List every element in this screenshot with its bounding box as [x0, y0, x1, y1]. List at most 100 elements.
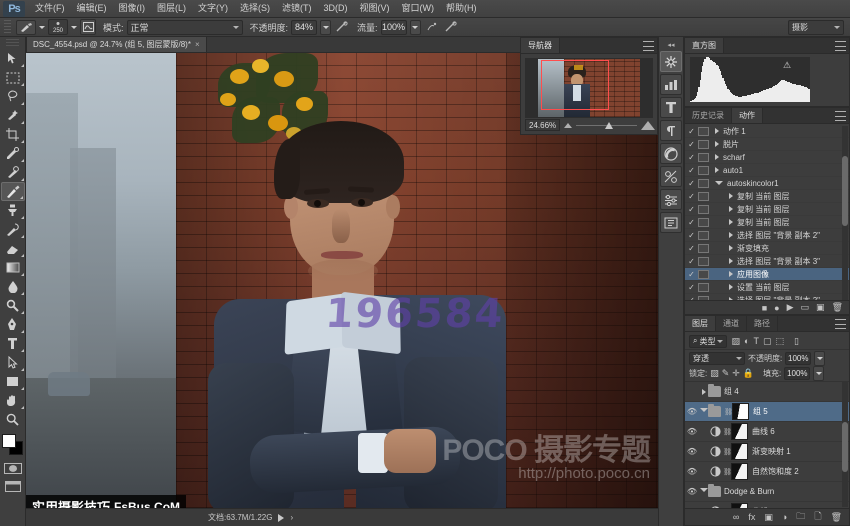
lock-all-icon[interactable]: 🔒 — [743, 368, 754, 379]
action-dialog-toggle[interactable] — [698, 244, 709, 253]
histogram-dock-icon[interactable] — [660, 51, 682, 72]
layer-row[interactable]: 组 4 — [685, 382, 849, 402]
brush-size-field[interactable]: 250 — [48, 19, 68, 35]
chevron-down-icon[interactable] — [699, 408, 708, 415]
layer-visibility-icon[interactable]: 👁 — [685, 427, 699, 436]
layer-row[interactable]: 👁⛓曲线 6 — [685, 422, 849, 442]
adjustment-icon[interactable]: ◑ — [782, 512, 787, 522]
link-icon[interactable]: ∞ — [733, 512, 739, 522]
action-dialog-toggle[interactable] — [698, 153, 709, 162]
delete-icon[interactable]: 🗑 — [831, 512, 842, 523]
tab-history[interactable]: 历史记录 — [685, 108, 732, 123]
eraser-tool[interactable] — [1, 239, 25, 258]
histogram-panel-menu-icon[interactable] — [835, 41, 846, 51]
opacity-stepper[interactable] — [320, 20, 331, 35]
document-tab[interactable]: DSC_4554.psd @ 24.7% (组 5, 图层蒙版/8)* × — [26, 36, 207, 52]
layer-filter-type-select[interactable]: ⌕ 类型 — [689, 335, 727, 348]
action-enabled-checkbox[interactable]: ✓ — [685, 231, 698, 240]
actions-panel-menu-icon[interactable] — [835, 111, 846, 121]
zoom-out-icon[interactable] — [564, 123, 572, 128]
new-set-icon[interactable]: ▭ — [801, 302, 810, 313]
action-enabled-checkbox[interactable]: ✓ — [685, 192, 698, 201]
menu-image[interactable]: 图像(I) — [113, 0, 152, 17]
brush-tool[interactable] — [1, 182, 25, 201]
layers-panel-menu-icon[interactable] — [835, 319, 846, 329]
action-enabled-checkbox[interactable]: ✓ — [685, 127, 698, 136]
action-row[interactable]: ✓脱片 — [685, 138, 849, 151]
navigator-zoom-value[interactable]: 24.66% — [525, 119, 560, 131]
menu-help[interactable]: 帮助(H) — [440, 0, 483, 17]
actions-dock-icon[interactable] — [660, 212, 682, 233]
mask-link-icon[interactable]: ⛓ — [723, 468, 731, 476]
layer-visibility-icon[interactable]: 👁 — [685, 487, 699, 496]
options-bar-grip[interactable] — [4, 20, 11, 35]
marquee-tool[interactable] — [1, 68, 25, 87]
layers-scrollbar[interactable] — [842, 382, 848, 507]
tab-histogram[interactable]: 直方图 — [685, 38, 724, 53]
action-row[interactable]: ✓复制 当前 图层 — [685, 203, 849, 216]
mask-link-icon[interactable]: ⛓ — [723, 448, 731, 456]
foreground-color-swatch[interactable] — [2, 434, 16, 448]
brush-preset-chevron-icon[interactable] — [39, 26, 45, 29]
action-row[interactable]: ✓复制 当前 图层 — [685, 190, 849, 203]
chevron-right-icon[interactable] — [729, 284, 733, 290]
brush-panel-toggle-icon[interactable] — [80, 19, 96, 35]
adjustments-dock-icon[interactable] — [660, 166, 682, 187]
menu-select[interactable]: 选择(S) — [234, 0, 276, 17]
layer-row[interactable]: 👁⛓组 5 — [685, 402, 849, 422]
menu-3d[interactable]: 3D(D) — [318, 0, 354, 17]
chevron-right-icon[interactable] — [715, 167, 719, 173]
layer-fill-value[interactable]: 100% — [784, 367, 810, 380]
action-row[interactable]: ✓选择 图层 "背景 副本 2" — [685, 229, 849, 242]
action-enabled-checkbox[interactable]: ✓ — [685, 166, 698, 175]
navigator-thumbnail[interactable] — [525, 58, 653, 118]
brush-preset-icon[interactable] — [16, 20, 36, 35]
filter-adjustment-icon[interactable]: ◐ — [744, 336, 749, 346]
action-enabled-checkbox[interactable]: ✓ — [685, 140, 698, 149]
path-selection-tool[interactable] — [1, 353, 25, 372]
lock-image-icon[interactable]: ✎ — [722, 368, 730, 379]
navigator-panel-menu-icon[interactable] — [643, 41, 654, 51]
filter-shape-icon[interactable]: ▢ — [763, 336, 772, 347]
action-dialog-toggle[interactable] — [698, 205, 709, 214]
record-icon[interactable]: ● — [774, 303, 779, 313]
close-icon[interactable]: × — [195, 40, 200, 49]
tab-paths[interactable]: 路径 — [747, 316, 778, 331]
action-dialog-toggle[interactable] — [698, 283, 709, 292]
slider-knob[interactable] — [605, 122, 613, 129]
layer-row[interactable]: 👁⛓自然饱和度 2 — [685, 462, 849, 482]
action-row[interactable]: ✓应用图像 — [685, 268, 849, 281]
pen-tool[interactable] — [1, 315, 25, 334]
action-row[interactable]: ✓选择 图层 "背景 副本 3" — [685, 255, 849, 268]
filter-pixel-icon[interactable]: ▨ — [731, 336, 740, 347]
action-dialog-toggle[interactable] — [698, 192, 709, 201]
info-dock-icon[interactable] — [660, 74, 682, 95]
actions-scroll-thumb[interactable] — [842, 156, 848, 226]
navigator-view-box[interactable] — [541, 60, 609, 110]
new-layer-icon[interactable]: 🗋 — [814, 509, 821, 525]
layer-row[interactable]: 👁⛓渐变映射 1 — [685, 442, 849, 462]
move-tool[interactable] — [1, 49, 25, 68]
flow-value[interactable]: 100% — [381, 20, 407, 35]
workspace-select[interactable]: 摄影 — [788, 20, 844, 35]
mask-link-icon[interactable]: ⛓ — [723, 428, 731, 436]
eyedropper-tool[interactable] — [1, 144, 25, 163]
chevron-right-icon[interactable] — [729, 245, 733, 251]
tools-panel-grip[interactable] — [6, 39, 19, 47]
navigator-zoom-slider[interactable] — [576, 119, 637, 131]
layer-opacity-stepper[interactable] — [814, 351, 825, 366]
tab-actions[interactable]: 动作 — [732, 108, 763, 123]
chevron-right-icon[interactable] — [729, 271, 733, 277]
action-dialog-toggle[interactable] — [698, 257, 709, 266]
action-row[interactable]: ✓auto1 — [685, 164, 849, 177]
tab-layers[interactable]: 图层 — [685, 316, 716, 331]
action-enabled-checkbox[interactable]: ✓ — [685, 218, 698, 227]
type-tool[interactable] — [1, 334, 25, 353]
action-enabled-checkbox[interactable]: ✓ — [685, 205, 698, 214]
menu-layer[interactable]: 图层(L) — [151, 0, 192, 17]
color-swatches[interactable] — [1, 433, 25, 457]
action-dialog-toggle[interactable] — [698, 140, 709, 149]
clone-stamp-tool[interactable] — [1, 201, 25, 220]
mask-icon[interactable]: ▣ — [764, 512, 773, 523]
stop-icon[interactable]: ■ — [762, 303, 767, 313]
